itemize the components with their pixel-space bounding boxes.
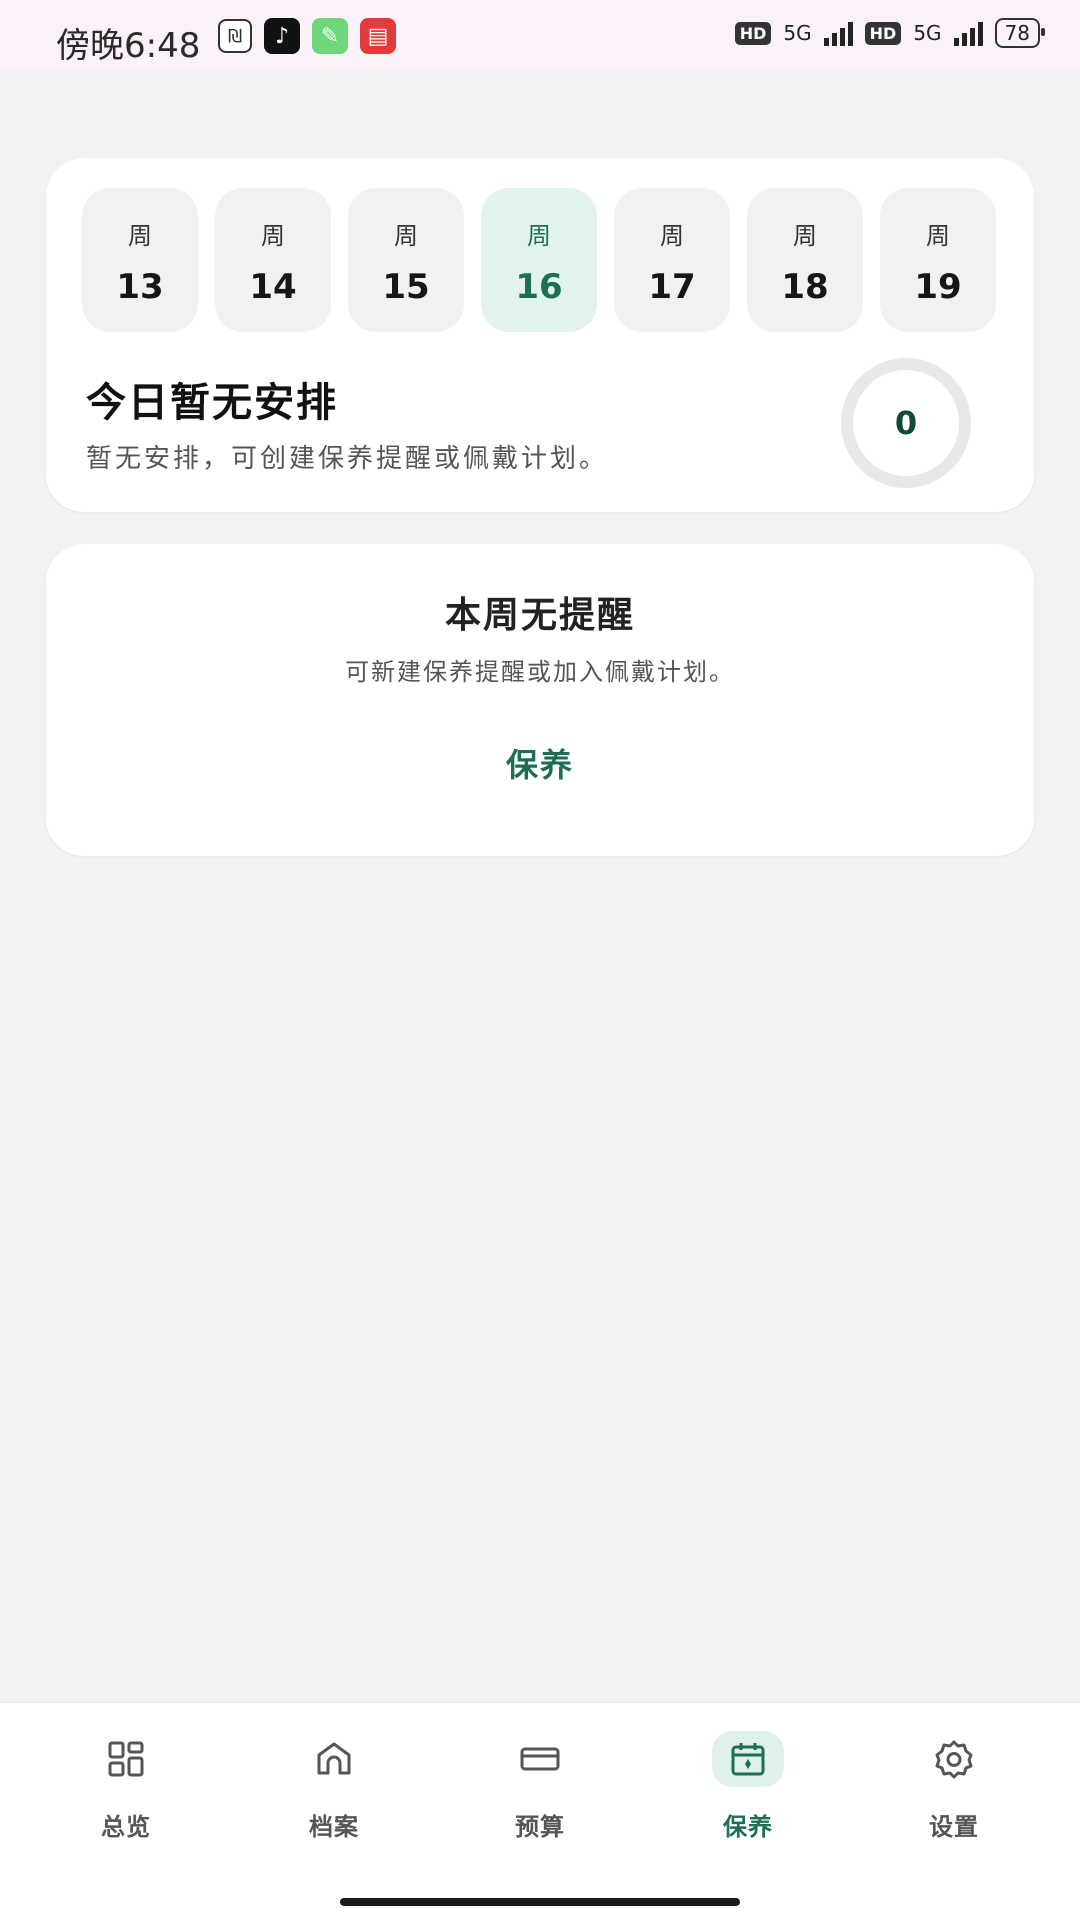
- day-weekday: 周: [660, 222, 684, 250]
- day-number: 15: [382, 267, 430, 307]
- week-day-strip: 周 13 周 14 周 15 周 16 周 17 周 18 周 19: [82, 188, 996, 332]
- home-icon: [298, 1731, 370, 1787]
- day-chip[interactable]: 周 15: [348, 188, 464, 332]
- nfc-icon: ₪: [218, 19, 252, 53]
- home-indicator[interactable]: [340, 1898, 740, 1906]
- nav-item-budget[interactable]: 预算: [470, 1731, 610, 1842]
- today-subtitle: 暂无安排，可创建保养提醒或佩戴计划。: [86, 444, 609, 474]
- nav-label: 预算: [515, 1813, 565, 1841]
- nav-item-maintenance[interactable]: 保养: [678, 1731, 818, 1842]
- signal-icon: [823, 20, 853, 46]
- day-chip[interactable]: 周 18: [747, 188, 863, 332]
- network-label: 5G: [783, 21, 812, 45]
- day-number: 19: [914, 267, 962, 307]
- nav-item-overview[interactable]: 总览: [56, 1731, 196, 1842]
- nav-label: 设置: [929, 1813, 979, 1841]
- red-app-icon: ▤: [360, 18, 396, 54]
- today-card: 周 13 周 14 周 15 周 16 周 17 周 18 周 19 今日暂无安排 暂无安排，…: [46, 158, 1034, 512]
- calendar-icon: [712, 1731, 784, 1787]
- day-chip[interactable]: 周 14: [215, 188, 331, 332]
- day-weekday: 周: [793, 222, 817, 250]
- today-count: 0: [894, 404, 918, 442]
- day-weekday: 周: [261, 222, 285, 250]
- today-title: 今日暂无安排: [86, 380, 338, 426]
- day-weekday: 周: [527, 222, 551, 250]
- grid-icon: [90, 1731, 162, 1787]
- nav-item-settings[interactable]: 设置: [884, 1731, 1024, 1842]
- status-notification-icons: ₪ ♪ ✎ ▤: [218, 18, 396, 54]
- signal-icon-2: [953, 20, 983, 46]
- nav-label: 总览: [101, 1813, 151, 1841]
- hd-badge-2: HD: [864, 21, 902, 45]
- day-weekday: 周: [394, 222, 418, 250]
- network-label-2: 5G: [913, 21, 942, 45]
- battery-indicator: 78: [994, 18, 1046, 48]
- status-bar: 傍晚6:48 ₪ ♪ ✎ ▤ HD 5G HD 5G 78: [0, 0, 1080, 70]
- day-weekday: 周: [926, 222, 950, 250]
- wrench-app-icon: ✎: [312, 18, 348, 54]
- day-chip[interactable]: 周 19: [880, 188, 996, 332]
- nav-label: 保养: [723, 1813, 773, 1841]
- card-icon: [504, 1731, 576, 1787]
- today-count-ring: 0: [841, 358, 971, 488]
- day-number: 14: [249, 267, 297, 307]
- day-chip[interactable]: 周 17: [614, 188, 730, 332]
- week-reminder-card: 本周无提醒 可新建保养提醒或加入佩戴计划。 保养: [46, 544, 1034, 856]
- maintenance-link-button[interactable]: 保养: [46, 740, 1034, 786]
- hd-badge: HD: [734, 21, 772, 45]
- week-empty-subtitle: 可新建保养提醒或加入佩戴计划。: [345, 658, 735, 686]
- status-time: 傍晚6:48: [56, 26, 201, 66]
- bottom-nav: 总览 档案 预算 保养 设置: [0, 1702, 1080, 1921]
- status-right: HD 5G HD 5G 78: [734, 18, 1046, 48]
- nav-item-archive[interactable]: 档案: [264, 1731, 404, 1842]
- tiktok-icon: ♪: [264, 18, 300, 54]
- nav-label: 档案: [309, 1813, 359, 1841]
- day-chip-selected[interactable]: 周 16: [481, 188, 597, 332]
- week-empty-title: 本周无提醒: [444, 595, 635, 636]
- day-number: 13: [116, 267, 164, 307]
- day-number: 18: [781, 267, 829, 307]
- day-number: 17: [648, 267, 696, 307]
- day-weekday: 周: [128, 222, 152, 250]
- gear-icon: [918, 1731, 990, 1787]
- day-chip[interactable]: 周 13: [82, 188, 198, 332]
- day-number: 16: [515, 267, 563, 307]
